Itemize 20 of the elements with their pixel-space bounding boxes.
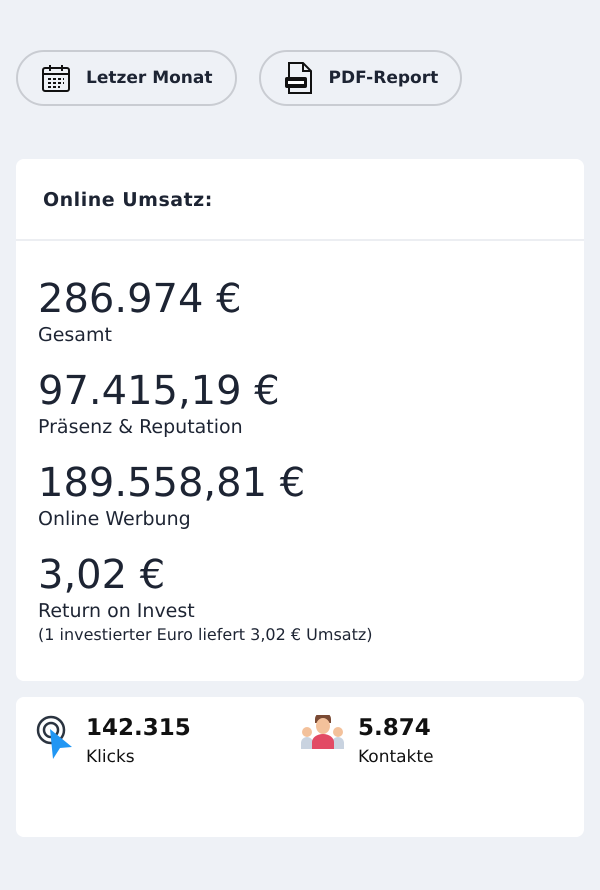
stat-value: 5.874	[358, 715, 432, 741]
amount: 286.974 €	[38, 275, 243, 323]
card-title: Online Umsatz:	[43, 189, 213, 211]
people-icon	[300, 715, 346, 749]
amount-label: Return on Invest	[38, 599, 196, 623]
filter-button[interactable]: PDF-Report	[258, 50, 462, 106]
calendar-icon	[40, 62, 72, 94]
amount-label: Präsenz & Reputation	[38, 415, 244, 439]
amount-label: Gesamt	[38, 323, 113, 347]
amount-label: Online Werbung	[38, 507, 192, 531]
amount: 189.558,81 €	[38, 459, 306, 507]
filter-button[interactable]: Letzer Monat	[16, 50, 237, 106]
stat-label: Klicks	[86, 747, 136, 767]
amount: 3,02 €	[38, 551, 166, 599]
pdf-file-icon	[282, 61, 315, 95]
stat-value: 142.315	[86, 715, 191, 741]
amount: 97.415,19 €	[38, 367, 281, 415]
click-cursor-icon	[36, 715, 74, 761]
stat-label: Kontakte	[358, 747, 434, 767]
amount-note: (1 investierter Euro liefert 3,02 € Umsatz)	[38, 624, 374, 646]
